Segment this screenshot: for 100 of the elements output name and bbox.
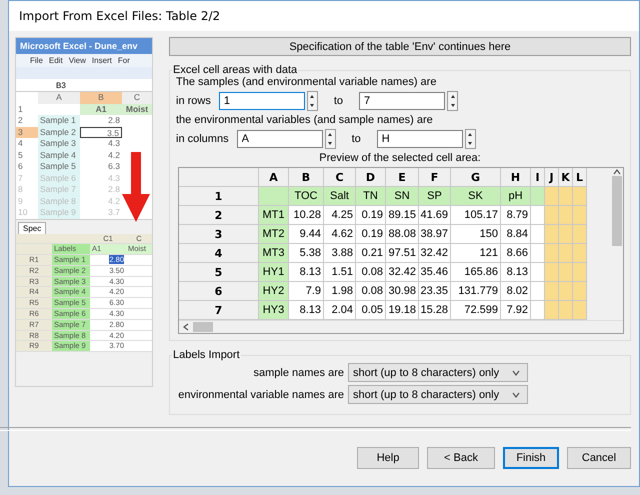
column-header: K [559, 168, 573, 187]
rows-label: in rows [176, 95, 211, 107]
chevron-down-icon [512, 390, 520, 398]
table-cell: Salt [324, 187, 356, 206]
table-cell: 97.51 [386, 244, 419, 263]
column-header: G [451, 168, 501, 187]
table-cell: 105.17 [451, 206, 501, 225]
row-header: 3 [179, 225, 259, 244]
spin-control[interactable] [306, 91, 318, 111]
table-cell: 19.18 [386, 301, 419, 320]
table-cell: Sample 9 [38, 207, 80, 218]
header-cell [16, 244, 52, 256]
table-cell: MT2 [259, 225, 289, 244]
table-cell: 35.46 [419, 263, 451, 282]
chevron-down-icon [512, 368, 520, 376]
row-number: 1 [17, 104, 24, 115]
columns-to-field[interactable]: H [376, 130, 463, 148]
table-cell: pH [501, 187, 531, 206]
table-cell-text: 4.2 [107, 150, 121, 161]
group-title: Labels Import [172, 349, 241, 361]
chevron-up-icon [613, 168, 621, 176]
table-cell: 0.19 [356, 206, 386, 225]
scrollbar-thumb[interactable] [612, 176, 622, 246]
dialog-button[interactable]: Cancel [567, 447, 631, 469]
names-dropdown[interactable]: short (up to 8 characters) only [348, 385, 528, 404]
column-header: A [38, 92, 80, 104]
column-header: B [289, 168, 324, 187]
table-cell: 8.66 [501, 244, 531, 263]
table-cell: Sample 7 [38, 184, 80, 196]
dialog-button[interactable]: Finish [503, 447, 559, 469]
spin-control[interactable] [447, 91, 458, 111]
columns-from-field[interactable]: A [236, 130, 323, 148]
table-cell: 10.28 [289, 206, 324, 225]
row-header: 4 [179, 244, 259, 263]
table-cell-text: 3.7 [107, 207, 121, 218]
row-header: 5 [179, 263, 259, 282]
column-header: H [501, 168, 531, 187]
table-cell: 150 [451, 225, 501, 244]
column-header: B [80, 92, 122, 104]
arrow-icon [122, 152, 150, 222]
table-cell: 8.13 [501, 263, 531, 282]
to-label: to [334, 95, 344, 107]
row-header: 6 [179, 282, 259, 301]
table-cell: 0.08 [356, 282, 386, 301]
table-cell: Moist [122, 104, 152, 115]
table-cell-text: 2.8 [107, 184, 121, 196]
rows-from-field[interactable]: 1 [218, 92, 305, 110]
table-cell: SK [451, 187, 501, 206]
table-cell: 23.35 [419, 282, 451, 301]
table-cell: HY2 [259, 282, 289, 301]
table-cell: 9.44 [289, 225, 324, 244]
names-dropdown[interactable]: short (up to 8 characters) only [348, 363, 528, 382]
table-cell: Sample 3 [38, 138, 80, 150]
row-number: 4 [17, 138, 24, 150]
table-cell: Sample 8 [38, 196, 80, 207]
table-cell: 5.38 [289, 244, 324, 263]
table-cell: Sample 4 [38, 150, 80, 161]
row-number: 5 [17, 150, 24, 161]
window-title: Import From Excel Files: Table 2/2 [9, 1, 639, 31]
table-cell-text: 2.8 [107, 115, 121, 126]
chevron-left-icon [182, 323, 190, 331]
row-number: 8 [17, 184, 24, 196]
table-cell: TOC [289, 187, 324, 206]
table-cell: 89.15 [386, 206, 419, 225]
row-number: 10 [17, 207, 28, 218]
table-cell: 8.13 [289, 301, 324, 320]
dialog-button[interactable]: Help [357, 447, 419, 469]
dialog-button[interactable]: < Back [427, 447, 495, 469]
table-cell: SN [386, 187, 419, 206]
table-cell: 8.84 [501, 225, 531, 244]
combo-label: sample names are [252, 366, 344, 378]
column-header: D [356, 168, 386, 187]
specification-button[interactable]: Specification of the table 'Env' continues here [169, 37, 631, 56]
row-number: 7 [17, 172, 24, 184]
table-cell: 7.92 [501, 301, 531, 320]
table-cell: 1.51 [324, 263, 356, 282]
table-cell: 88.08 [386, 225, 419, 244]
spin-control[interactable] [324, 129, 336, 149]
scrollbar-thumb[interactable] [193, 322, 213, 332]
table-cell: 4.25 [324, 206, 356, 225]
table-cell: Sample 6 [38, 172, 80, 184]
table-cell-text: 4.2 [107, 196, 121, 207]
table-cell: 2.04 [324, 301, 356, 320]
table-cell: HY3 [259, 301, 289, 320]
rows-to-field[interactable]: 7 [359, 92, 446, 110]
table-cell: SP [419, 187, 451, 206]
table-cell: A1 [80, 104, 122, 115]
table-cell: 41.69 [419, 206, 451, 225]
row-header: 1 [179, 187, 259, 206]
table-cell: HY1 [259, 263, 289, 282]
table-cell: 72.599 [451, 301, 501, 320]
table-cell: Sample 2 [38, 126, 80, 138]
spin-control[interactable] [464, 129, 476, 149]
row-number: 3 [16, 126, 38, 138]
table-cell: 165.86 [451, 263, 501, 282]
table-cell-text: 4.3 [107, 172, 121, 184]
column-header: E [386, 168, 419, 187]
column-header: C [122, 92, 152, 104]
horizontal-scrollbar[interactable] [179, 320, 623, 333]
table-cell: 121 [451, 244, 501, 263]
